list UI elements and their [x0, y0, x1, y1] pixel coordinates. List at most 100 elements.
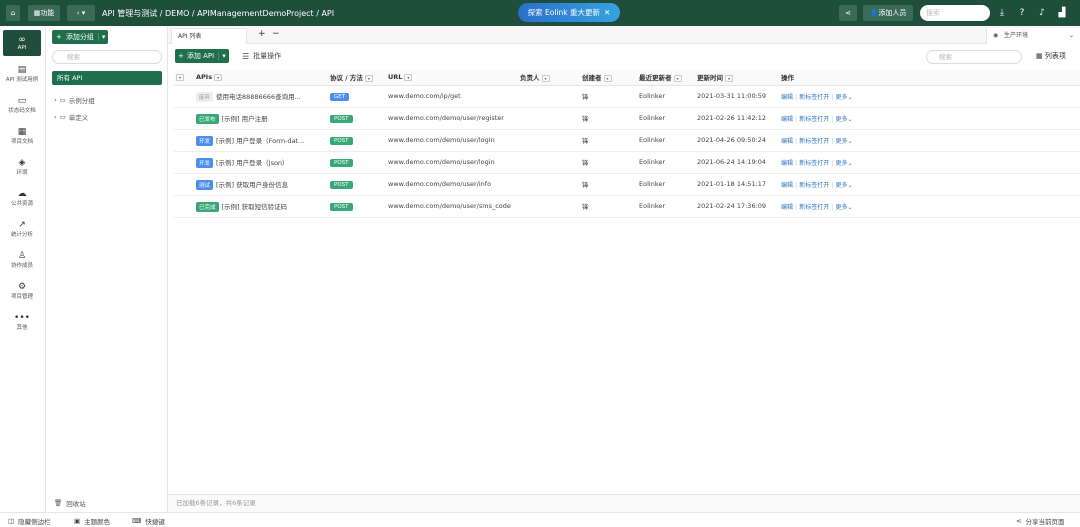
col-creator[interactable]: 创建者 ▾ [582, 70, 639, 86]
back-button[interactable]: ‹ ▾ [67, 5, 95, 21]
download-icon[interactable]: ⤓ [995, 6, 1009, 20]
recycle-bin[interactable]: 🗑 回收站 [54, 498, 86, 508]
environment-select[interactable]: ◉ 生产环境 ⌄ [986, 28, 1080, 44]
api-time: 2021-02-26 11:42:12 [697, 107, 781, 130]
more-dropdown[interactable]: 更多⌄ [835, 116, 852, 123]
add-api-button[interactable]: + 添加 API ▾ [175, 49, 229, 63]
api-time: 2021-06-24 14:19:04 [697, 151, 781, 174]
col-url[interactable]: URL ▾ [388, 70, 520, 86]
method-badge: POST [330, 158, 353, 167]
add-user-icon: 👤 [869, 9, 879, 17]
edit-link[interactable]: 编辑 [781, 160, 793, 167]
api-name[interactable]: [示例] 用户登录（Form-dat... [216, 137, 304, 145]
rail-item-members[interactable]: ♙ 协作成员 [3, 247, 41, 273]
top-bar: ⌂ ▦ 功能 ‹ ▾ API 管理与测试 / DEMO / APIManageme… [0, 0, 1080, 26]
close-icon[interactable]: ✕ [604, 8, 610, 17]
sidebar-icon: ◫ [8, 517, 15, 525]
grid-icon: ▦ [33, 9, 41, 17]
avatar[interactable]: ▟ [1055, 6, 1069, 20]
more-dropdown[interactable]: 更多⌄ [835, 94, 852, 101]
plus-icon: + [56, 33, 62, 41]
col-updater[interactable]: 最近更新者 ▾ [639, 70, 697, 86]
all-api-item[interactable]: 所有 API [52, 71, 162, 85]
api-search-input[interactable]: 搜索 [926, 50, 1022, 64]
help-icon[interactable]: ? [1015, 6, 1029, 20]
chevron-left-icon: ‹ ▾ [76, 9, 86, 17]
rail-item-statuscode[interactable]: ▭ 状态码文档 [3, 92, 41, 118]
more-dropdown[interactable]: 更多⌄ [835, 138, 852, 145]
rail-item-stats[interactable]: ↗ 统计分析 [3, 216, 41, 242]
method-badge: POST [330, 202, 353, 211]
api-name[interactable]: [示例] 获取短信验证码 [222, 203, 288, 211]
col-owner[interactable]: 负责人 ▾ [520, 70, 582, 86]
more-dropdown[interactable]: 更多⌄ [835, 160, 852, 167]
rail-item-docs[interactable]: ▦ 项目文档 [3, 123, 41, 149]
edit-link[interactable]: 编辑 [781, 116, 793, 123]
rail-item-env[interactable]: ◈ 环境 [3, 154, 41, 180]
table-row[interactable]: 已完成 [示例] 获取短信验证码 POST www.demo.com/demo/use… [174, 195, 1080, 218]
group-search-input[interactable]: 搜索 [52, 50, 162, 64]
global-search-input[interactable]: 搜索 [920, 5, 990, 21]
open-newtab-link[interactable]: 新标签打开 [799, 138, 829, 145]
api-name[interactable]: 使用电话88886666查询用... [216, 93, 301, 101]
table-row[interactable]: 废弃 使用电话88886666查询用... GET www.demo.com/ip/g… [174, 85, 1080, 108]
rail-item-resources[interactable]: ☁ 公共资源 [3, 185, 41, 211]
update-banner[interactable]: 探索 Eolink 重大更新 ✕ [518, 3, 620, 22]
table-row[interactable]: 已发布 [示例] 用户注册 POST www.demo.com/demo/user/r… [174, 107, 1080, 130]
edit-link[interactable]: 编辑 [781, 204, 793, 211]
minimize-icon[interactable]: − [272, 29, 280, 39]
tab-api-list[interactable]: API 列表 [171, 28, 247, 44]
edit-link[interactable]: 编辑 [781, 182, 793, 189]
open-newtab-link[interactable]: 新标签打开 [799, 94, 829, 101]
status-badge: 开发 [196, 157, 214, 168]
open-newtab-link[interactable]: 新标签打开 [799, 204, 829, 211]
table-row[interactable]: 测试 [示例] 获取用户身份信息 POST www.demo.com/demo/use… [174, 173, 1080, 196]
select-all-checkbox[interactable]: ▾ [176, 73, 184, 81]
open-newtab-link[interactable]: 新标签打开 [799, 160, 829, 167]
columns-button[interactable]: ▦ 列表项 [1036, 51, 1066, 61]
chevron-down-icon[interactable]: ▾ [218, 52, 229, 60]
rail-item-testcase[interactable]: ▤ API 测试用例 [3, 61, 41, 87]
add-group-button[interactable]: + 添加分组 ▾ [52, 30, 109, 44]
open-newtab-link[interactable]: 新标签打开 [799, 116, 829, 123]
edit-link[interactable]: 编辑 [781, 94, 793, 101]
bell-icon[interactable]: ♪ [1035, 6, 1049, 20]
home-icon[interactable]: ⌂ [6, 5, 20, 21]
api-name[interactable]: [示例] 用户注册 [222, 115, 268, 123]
share-page-button[interactable]: ⋖ 分享当前页面 [1016, 516, 1064, 526]
chevron-down-icon: ⌄ [1068, 32, 1074, 39]
api-updater: Eolinker [639, 107, 697, 130]
tree-node-example[interactable]: › ▭ 示例分组 [54, 95, 95, 105]
open-newtab-link[interactable]: 新标签打开 [799, 182, 829, 189]
theme-button[interactable]: ▣ 主题颜色 [74, 516, 110, 526]
rail-item-api[interactable]: ∞ API [3, 30, 41, 56]
batch-operation-button[interactable]: ☰ 批量操作 [242, 51, 281, 61]
hide-sidebar-button[interactable]: ◫ 隐藏侧边栏 [8, 516, 51, 526]
edit-link[interactable]: 编辑 [781, 138, 793, 145]
col-protocol[interactable]: 协议 / 方法 ▾ [330, 70, 388, 86]
add-member-button[interactable]: 👤 添加人员 [863, 5, 913, 21]
col-time[interactable]: 更新时间 ▾ [697, 70, 781, 86]
more-dropdown[interactable]: 更多⌄ [835, 204, 852, 211]
add-tab-icon[interactable]: + [258, 29, 266, 39]
chevron-down-icon[interactable]: ▾ [97, 33, 109, 41]
col-apis[interactable]: APIs ▾ [196, 70, 330, 86]
shortcuts-button[interactable]: ⌨ 快捷键 [132, 516, 165, 526]
chevron-down-icon: ⌄ [847, 203, 853, 211]
clipboard-icon: ▤ [17, 65, 27, 75]
api-owner [520, 195, 582, 218]
method-badge: POST [330, 180, 353, 189]
api-creator: 锋 [582, 151, 639, 174]
api-name[interactable]: [示例] 获取用户身份信息 [216, 181, 288, 189]
table-row[interactable]: 开发 [示例] 用户登录（Form-dat... POST www.demo.com/… [174, 129, 1080, 152]
chevron-down-icon: ⌄ [847, 93, 853, 101]
rail-item-project[interactable]: ⚙ 项目管理 [3, 278, 41, 304]
share-icon[interactable]: ⋖ [839, 5, 857, 21]
tree-node-undefined[interactable]: › ▭ 单定义 [54, 112, 88, 122]
more-dropdown[interactable]: 更多⌄ [835, 182, 852, 189]
api-name[interactable]: [示例] 用户登录（Json） [216, 159, 289, 167]
gear-icon: ⚙ [17, 282, 27, 292]
table-row[interactable]: 开发 [示例] 用户登录（Json） POST www.demo.com/demo/u… [174, 151, 1080, 174]
rail-item-other[interactable]: ••• 其他 [3, 309, 41, 335]
function-menu-button[interactable]: ▦ 功能 [28, 5, 60, 21]
